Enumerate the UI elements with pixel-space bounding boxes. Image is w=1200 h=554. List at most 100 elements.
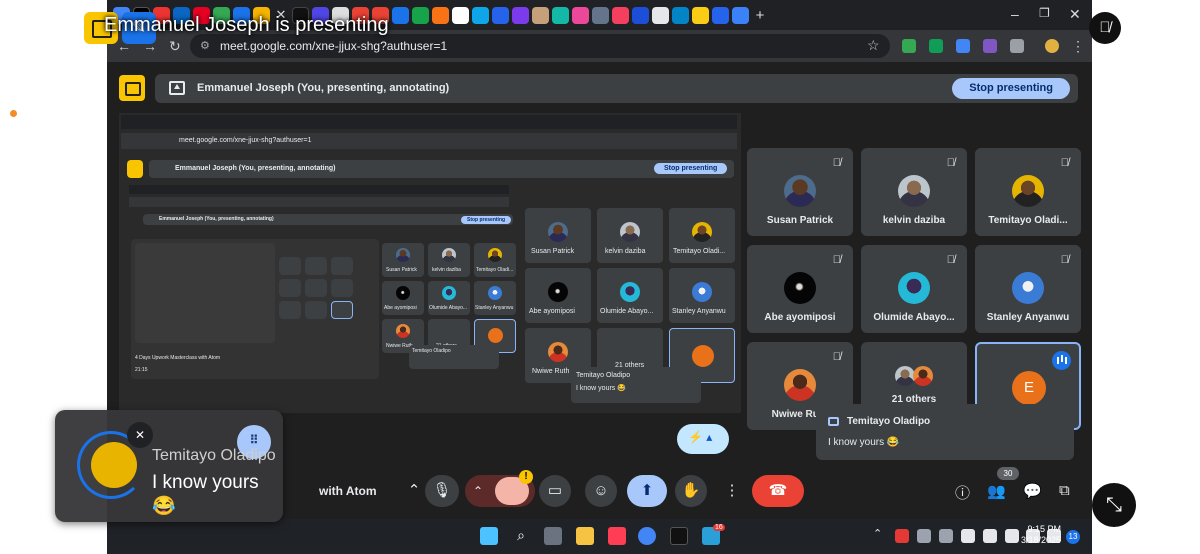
participant-tile[interactable]: 🎙̸ Susan Patrick xyxy=(747,148,853,236)
people-icon[interactable]: 👥 xyxy=(987,482,1006,500)
mirror-name: Stanley Anyanwu xyxy=(672,308,726,315)
participant-avatar xyxy=(784,175,816,207)
tab-favicon[interactable] xyxy=(492,6,509,24)
task-view-icon[interactable] xyxy=(544,527,562,545)
participant-avatar xyxy=(1012,175,1044,207)
window-minimize-button[interactable]: – xyxy=(1011,6,1019,22)
more-options-button[interactable]: ⋮ xyxy=(719,475,745,507)
chat-notification[interactable]: ✕ ⠿ Temitayo Oladipo I know yours 😂 xyxy=(55,410,283,522)
figma-icon[interactable] xyxy=(608,527,626,545)
participant-tile[interactable]: 🎙̸ Stanley Anyanwu xyxy=(975,245,1081,333)
tab-favicon[interactable] xyxy=(572,6,589,24)
tab-favicon[interactable] xyxy=(652,6,669,24)
mirror-name: Susan Patrick xyxy=(531,248,575,255)
activities-icon[interactable]: ⧉ xyxy=(1059,482,1070,499)
chrome-icon[interactable] xyxy=(638,527,656,545)
participant-tile[interactable]: 🎙̸ Abe ayomiposi xyxy=(747,245,853,333)
window-maximize-button[interactable]: ❐ xyxy=(1039,6,1050,20)
tab-favicon[interactable] xyxy=(412,6,429,24)
tab-favicon[interactable] xyxy=(512,6,529,24)
file-explorer-icon[interactable] xyxy=(576,527,594,545)
new-tab-button[interactable]: + xyxy=(752,7,768,24)
meeting-info-icon[interactable]: ⓘ xyxy=(955,482,970,503)
mirror-tile: Susan Patrick xyxy=(525,208,591,263)
tab-favicon[interactable] xyxy=(632,6,649,24)
mirror2-tile: kelvin daziba xyxy=(428,243,470,277)
notification-center-badge[interactable]: 13 xyxy=(1066,530,1080,544)
participant-tile[interactable]: 🎙̸ kelvin daziba xyxy=(861,148,967,236)
tab-favicon[interactable] xyxy=(452,6,469,24)
mic-off-icon: 🎙̸ xyxy=(832,351,841,363)
browser-menu-icon[interactable]: ⋮ xyxy=(1071,38,1085,55)
tab-favicon[interactable] xyxy=(612,6,629,24)
extension-icon[interactable] xyxy=(983,39,997,53)
tab-favicon[interactable] xyxy=(392,6,409,24)
mirror-name: Temitayo Oladi... xyxy=(673,248,726,255)
raise-hand-button[interactable]: ✋ xyxy=(675,475,707,507)
tray-app-icon[interactable] xyxy=(939,529,953,543)
extensions-puzzle-icon[interactable] xyxy=(1010,39,1024,53)
mirror3-tile xyxy=(279,279,301,297)
mirror2-chat-sender: Temitayo Oladipo xyxy=(412,348,451,354)
mic-off-overlay-icon[interactable]: 🎙̸ xyxy=(1089,12,1121,44)
mic-off-icon: 🎙̸ xyxy=(946,157,955,169)
mirror2-avatar xyxy=(442,248,456,262)
mirror2-avatar-e xyxy=(488,328,503,343)
window-close-button[interactable]: ✕ xyxy=(1069,6,1081,23)
close-notification-icon[interactable]: ✕ xyxy=(127,422,153,448)
tab-favicon[interactable] xyxy=(712,6,729,24)
chevron-up-icon: ⌃ xyxy=(473,484,484,498)
present-now-button[interactable]: ⬆ xyxy=(627,475,667,507)
tab-favicon[interactable] xyxy=(532,6,549,24)
profile-avatar[interactable] xyxy=(1045,39,1059,53)
presenting-bar: Emmanuel Joseph (You, presenting, annota… xyxy=(155,74,1078,103)
site-info-icon[interactable]: ⚙ xyxy=(200,34,210,58)
tab-favicon-drive[interactable] xyxy=(692,6,709,24)
mic-off-icon: 🎙̸ xyxy=(832,254,841,266)
stop-presenting-button[interactable]: Stop presenting xyxy=(952,78,1070,99)
tab-favicon[interactable] xyxy=(552,6,569,24)
collapse-fullscreen-icon[interactable]: ⤡ xyxy=(1092,483,1136,527)
camera-warning-icon: ! xyxy=(519,470,533,484)
mirror2-name: kelvin daziba xyxy=(432,267,461,273)
tray-app-icon[interactable] xyxy=(983,529,997,543)
windows-start-icon[interactable] xyxy=(480,527,498,545)
address-bar[interactable]: ⚙ meet.google.com/xne-jjux-shg?authuser=… xyxy=(190,34,890,58)
extension-icon[interactable] xyxy=(956,39,970,53)
speaking-indicator-icon xyxy=(1052,351,1071,370)
participant-tile[interactable]: 🎙̸ Olumide Abayo... xyxy=(861,245,967,333)
captions-button[interactable]: ▭ xyxy=(539,475,571,507)
tab-favicon[interactable] xyxy=(432,6,449,24)
extension-icon[interactable] xyxy=(929,39,943,53)
taskbar-clock[interactable]: 9:15 PM 3/18/2025 xyxy=(1005,524,1061,546)
tab-favicon[interactable] xyxy=(472,6,489,24)
participant-tile[interactable]: 🎙̸ Temitayo Oladi... xyxy=(975,148,1081,236)
group-avatar xyxy=(895,366,915,386)
tray-chevron-icon[interactable]: ⌃ xyxy=(873,527,882,540)
tray-app-icon[interactable] xyxy=(895,529,909,543)
bookmark-star-icon[interactable]: ☆ xyxy=(867,37,880,54)
mirror-address-bar: meet.google.com/xne-jjux-shg?authuser=1 xyxy=(121,133,737,149)
phone-screen: ✕ + – ❐ ✕ ← → ↻ ⚙ meet.google.com/xne-jj… xyxy=(0,0,1200,554)
meet-presenting-icon[interactable] xyxy=(119,75,145,101)
extension-icon[interactable] xyxy=(902,39,916,53)
mirror-chat-popup: Temitayo Oladipo I know yours 😂 xyxy=(571,367,701,403)
tab-favicon[interactable] xyxy=(592,6,609,24)
reactions-emoji-button[interactable]: ☺ xyxy=(585,475,617,507)
end-call-button[interactable]: ☎ xyxy=(752,475,804,507)
chat-icon[interactable]: 💬 xyxy=(1023,482,1042,500)
tray-mic-icon[interactable] xyxy=(961,529,975,543)
microphone-button[interactable]: 🎙 xyxy=(425,475,459,507)
mirror3-preview: 4 Days Upwork Masterclass with Atom 21:1… xyxy=(131,239,379,379)
reload-icon[interactable]: ↻ xyxy=(169,38,181,55)
upwork-icon[interactable] xyxy=(670,527,688,545)
tray-app-icon[interactable] xyxy=(917,529,931,543)
tab-favicon[interactable] xyxy=(672,6,689,24)
annotation-tools-button[interactable] xyxy=(677,424,729,454)
chat-message-popup[interactable]: Temitayo Oladipo I know yours 😂 xyxy=(816,404,1074,460)
tab-favicon-wordpress[interactable] xyxy=(732,6,749,24)
mirror-avatar-e xyxy=(692,345,714,367)
mirror2-tile: Temitayo Oladi... xyxy=(474,243,516,277)
search-icon[interactable]: ⌕ xyxy=(512,527,530,545)
mirror2-avatar xyxy=(396,248,410,262)
